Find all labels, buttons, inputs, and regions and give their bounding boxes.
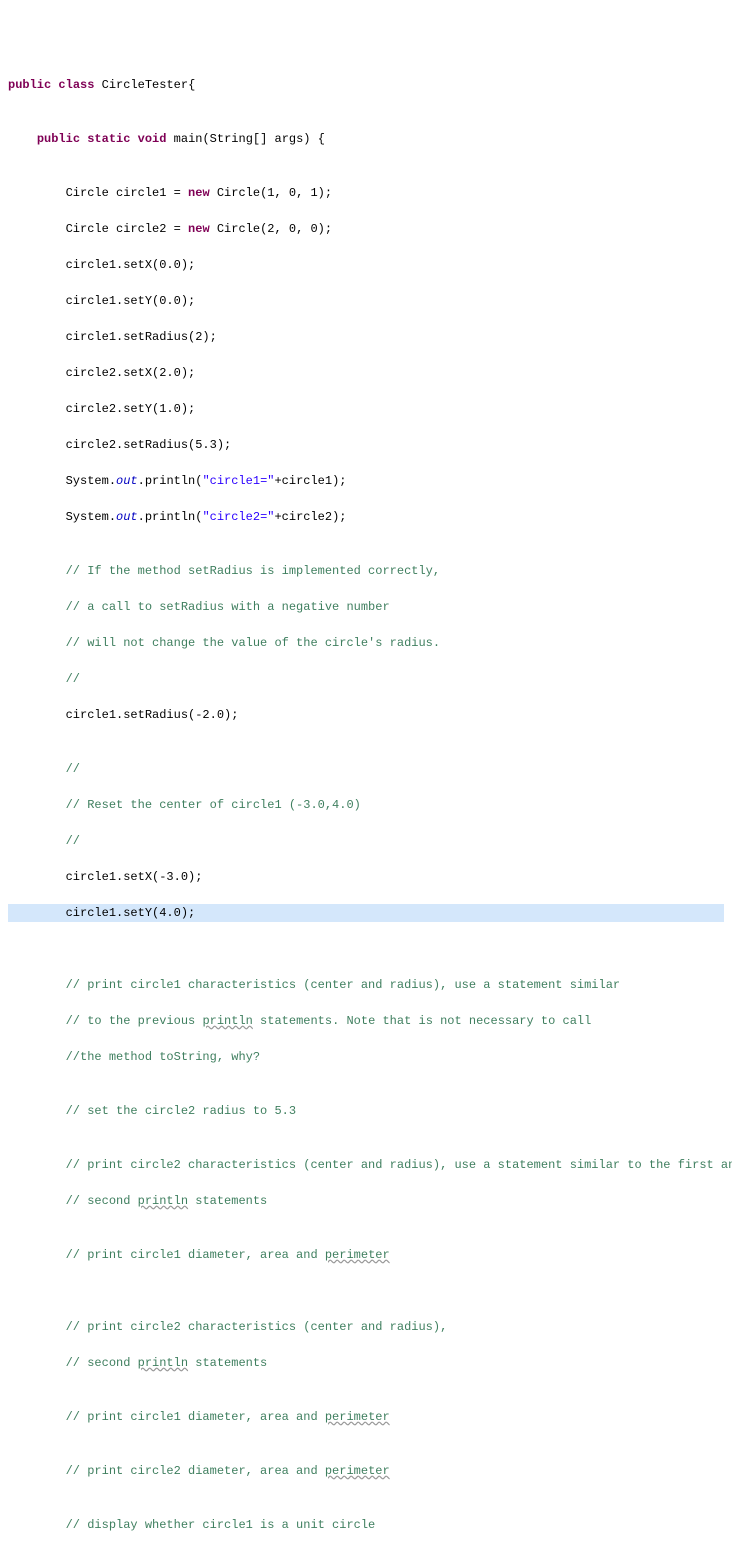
- code-line: circle1.setRadius(2);: [8, 328, 724, 346]
- code-line: // print circle2 characteristics (center…: [8, 1318, 724, 1336]
- code-line: // Reset the center of circle1 (-3.0,4.0…: [8, 796, 724, 814]
- comment: // Reset the center of circle1 (-3.0,4.0…: [66, 798, 361, 812]
- code-line: // display whether circle1 is a unit cir…: [8, 1516, 724, 1534]
- sys: System.: [66, 510, 116, 524]
- comment-word: perimeter: [325, 1464, 390, 1478]
- code-line: // set the circle2 radius to 5.3: [8, 1102, 724, 1120]
- comment: // set the circle2 radius to 5.3: [66, 1104, 296, 1118]
- comment: // to the previous: [66, 1014, 203, 1028]
- code-line: //the method toString, why?: [8, 1048, 724, 1066]
- keyword: public: [37, 132, 80, 146]
- var: circle2 =: [116, 222, 188, 236]
- code-line: // second println statements: [8, 1192, 724, 1210]
- code-line: // second println statements: [8, 1354, 724, 1372]
- comment: //: [66, 834, 80, 848]
- code-line: circle1.setRadius(-2.0);: [8, 706, 724, 724]
- stmt: circle2.setY(1.0);: [66, 402, 196, 416]
- out-field: out: [116, 510, 138, 524]
- string: "circle1=": [202, 474, 274, 488]
- code-line: System.out.println("circle1="+circle1);: [8, 472, 724, 490]
- code-line: Circle circle1 = new Circle(1, 0, 1);: [8, 184, 724, 202]
- comment: // print circle1 diameter, area and: [66, 1410, 325, 1424]
- expr: +circle2);: [274, 510, 346, 524]
- code-line: // a call to setRadius with a negative n…: [8, 598, 724, 616]
- code-line: // If the method setRadius is implemente…: [8, 562, 724, 580]
- stmt: circle1.setRadius(-2.0);: [66, 708, 239, 722]
- code-line-highlighted: circle1.setY(4.0);: [8, 904, 724, 922]
- code-line: //: [8, 760, 724, 778]
- code-line: circle2.setX(2.0);: [8, 364, 724, 382]
- keyword: static: [87, 132, 130, 146]
- code-line: // print circle2 characteristics (center…: [8, 1156, 724, 1174]
- code-editor[interactable]: public class CircleTester{ public static…: [8, 76, 724, 1568]
- method: .println(: [138, 474, 203, 488]
- comment: //: [66, 672, 80, 686]
- comment: // display whether circle1 is a unit cir…: [66, 1518, 376, 1532]
- code-line: Circle circle2 = new Circle(2, 0, 0);: [8, 220, 724, 238]
- code-line: // to the previous println statements. N…: [8, 1012, 724, 1030]
- comment: // If the method setRadius is implemente…: [66, 564, 440, 578]
- stmt: circle1.setY(0.0);: [66, 294, 196, 308]
- comment: //: [66, 762, 80, 776]
- sys: System.: [66, 474, 116, 488]
- comment: // a call to setRadius with a negative n…: [66, 600, 390, 614]
- comment-word: println: [138, 1194, 188, 1208]
- keyword: class: [58, 78, 94, 92]
- comment: statements: [188, 1194, 267, 1208]
- code-line: // will not change the value of the circ…: [8, 634, 724, 652]
- type: Circle: [66, 186, 116, 200]
- keyword: public: [8, 78, 51, 92]
- comment: // second: [66, 1194, 138, 1208]
- comment: // print circle2 characteristics (center…: [66, 1158, 732, 1172]
- brace: {: [188, 78, 195, 92]
- params: (String[] args) {: [202, 132, 324, 146]
- comment: // print circle2 diameter, area and: [66, 1464, 325, 1478]
- comment: // print circle1 characteristics (center…: [66, 978, 621, 992]
- stmt: circle1.setX(-3.0);: [66, 870, 203, 884]
- comment-word: perimeter: [325, 1248, 390, 1262]
- code-line: public static void main(String[] args) {: [8, 130, 724, 148]
- method: .println(: [138, 510, 203, 524]
- code-line: circle1.setX(0.0);: [8, 256, 724, 274]
- code-line: // print circle2 diameter, area and peri…: [8, 1462, 724, 1480]
- stmt: circle2.setRadius(5.3);: [66, 438, 232, 452]
- comment: // print circle2 characteristics (center…: [66, 1320, 448, 1334]
- stmt: circle1.setY(4.0);: [66, 906, 196, 920]
- comment-word: println: [202, 1014, 252, 1028]
- comment: statements: [188, 1356, 267, 1370]
- code-line: circle2.setY(1.0);: [8, 400, 724, 418]
- comment-word: perimeter: [325, 1410, 390, 1424]
- ctor: Circle(2, 0, 0);: [210, 222, 332, 236]
- code-line: // print circle1 diameter, area and peri…: [8, 1408, 724, 1426]
- comment: //the method toString, why?: [66, 1050, 260, 1064]
- stmt: circle1.setX(0.0);: [66, 258, 196, 272]
- comment-word: println: [138, 1356, 188, 1370]
- code-line: // print circle1 diameter, area and peri…: [8, 1246, 724, 1264]
- var: circle1 =: [116, 186, 188, 200]
- class-name: CircleTester: [102, 78, 188, 92]
- out-field: out: [116, 474, 138, 488]
- stmt: circle2.setX(2.0);: [66, 366, 196, 380]
- code-line: circle2.setRadius(5.3);: [8, 436, 724, 454]
- expr: +circle1);: [274, 474, 346, 488]
- ctor: Circle(1, 0, 1);: [210, 186, 332, 200]
- comment: // print circle1 diameter, area and: [66, 1248, 325, 1262]
- keyword: new: [188, 186, 210, 200]
- string: "circle2=": [202, 510, 274, 524]
- comment: // will not change the value of the circ…: [66, 636, 440, 650]
- stmt: circle1.setRadius(2);: [66, 330, 217, 344]
- code-line: circle1.setX(-3.0);: [8, 868, 724, 886]
- keyword: void: [138, 132, 167, 146]
- type: Circle: [66, 222, 116, 236]
- keyword: new: [188, 222, 210, 236]
- code-line: // print circle1 characteristics (center…: [8, 976, 724, 994]
- comment: statements. Note that is not necessary t…: [253, 1014, 591, 1028]
- code-line: //: [8, 832, 724, 850]
- code-line: //: [8, 670, 724, 688]
- code-line: circle1.setY(0.0);: [8, 292, 724, 310]
- method-name: main: [174, 132, 203, 146]
- code-line: public class CircleTester{: [8, 76, 724, 94]
- code-line: System.out.println("circle2="+circle2);: [8, 508, 724, 526]
- comment: // second: [66, 1356, 138, 1370]
